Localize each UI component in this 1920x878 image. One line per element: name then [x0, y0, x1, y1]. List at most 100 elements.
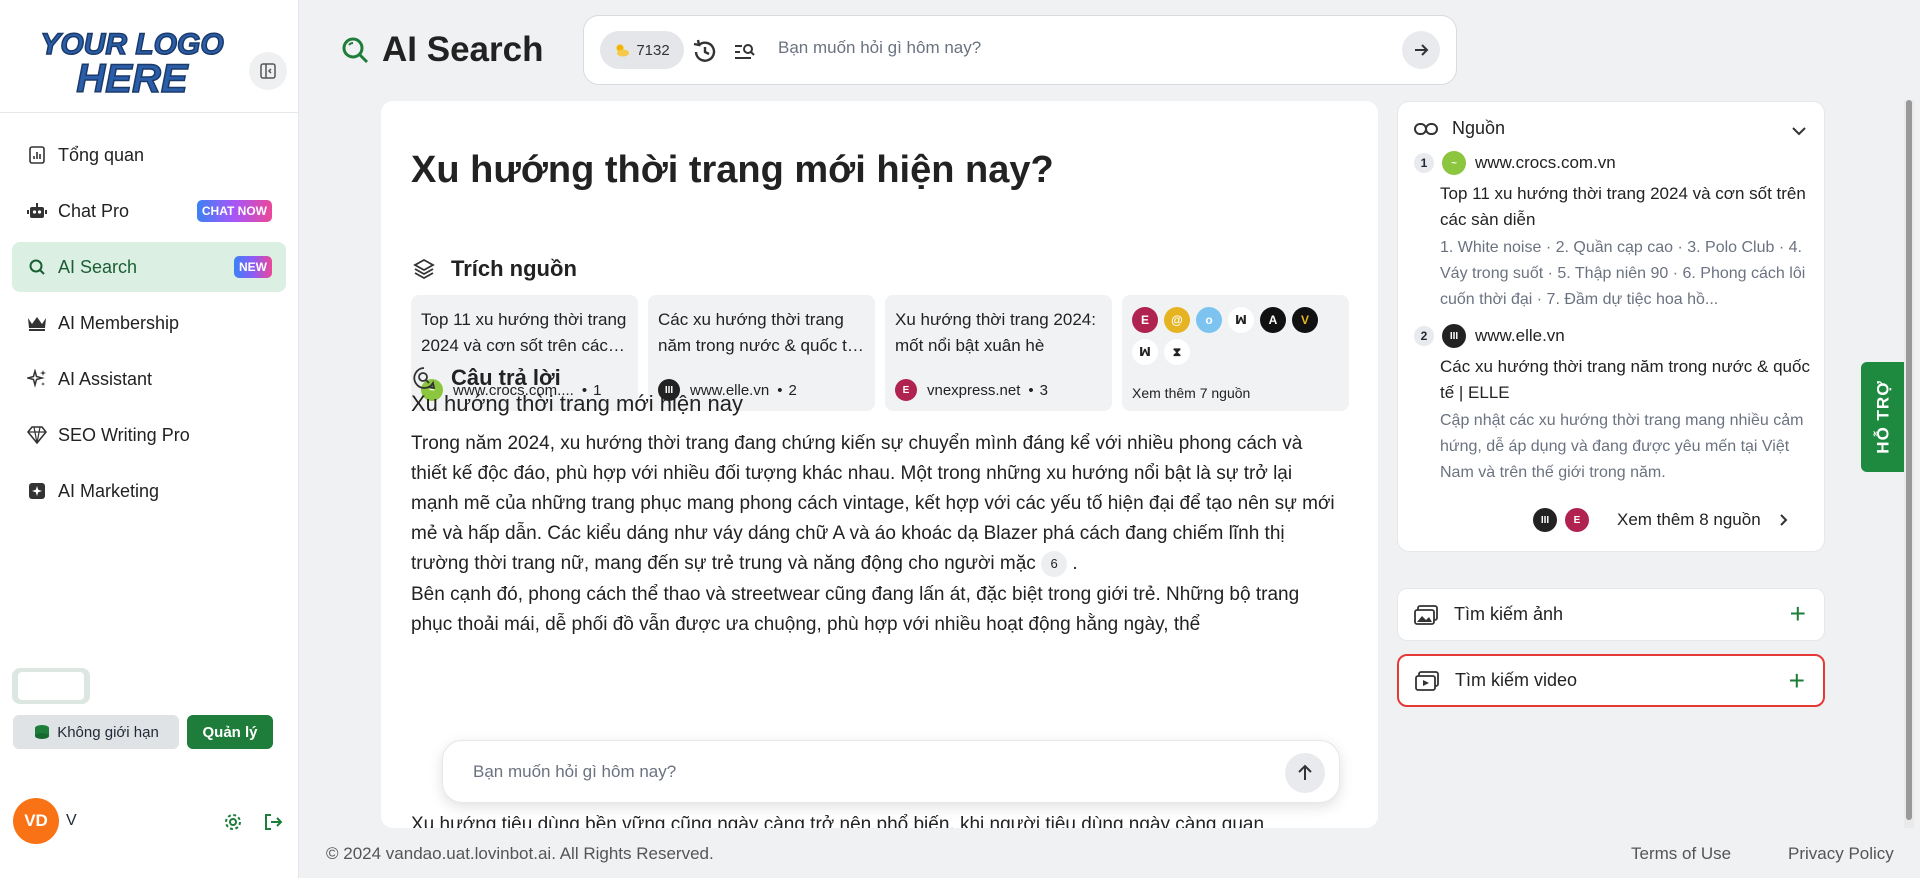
- sidebar-item-tong-quan[interactable]: Tổng quan: [12, 130, 286, 180]
- star-box-icon: [26, 480, 48, 502]
- answer-paragraph: Trong năm 2024, xu hướng thời trang đang…: [411, 429, 1341, 579]
- scrollbar-thumb[interactable]: [1906, 100, 1912, 820]
- sidebar-item-label: AI Membership: [58, 312, 180, 333]
- source-domain: www.elle.vn: [1475, 326, 1565, 345]
- answer-paragraph: Xu hướng tiêu dùng bền vững cũng ngày cà…: [411, 814, 1265, 828]
- sparkle-icon: [26, 368, 48, 390]
- sidebar-item-ai-search[interactable]: AI Search NEW: [12, 242, 286, 292]
- sources-panel-header[interactable]: Nguồn: [1414, 118, 1505, 139]
- chevron-right-icon: [1779, 514, 1788, 526]
- search-list-icon[interactable]: [729, 37, 759, 67]
- layers-icon: [411, 256, 437, 282]
- video-search-box[interactable]: Tìm kiếm video +: [1397, 654, 1825, 707]
- source-card[interactable]: Xu hướng thời trang 2024: mốt nổi bật xu…: [885, 295, 1112, 411]
- source-card-title: Các xu hướng thời trang năm trong nước &…: [658, 310, 857, 355]
- arrow-up-icon: [1298, 764, 1312, 780]
- source-desc: Cập nhật các xu hướng thời trang mang nh…: [1440, 412, 1804, 481]
- sidebar-item-label: AI Marketing: [58, 480, 160, 501]
- plus-icon[interactable]: +: [1790, 600, 1806, 628]
- sidebar-collapse-button[interactable]: [249, 52, 287, 90]
- letter-a-icon: A: [1260, 307, 1286, 333]
- answer-paragraph: Bên cạnh đó, phong cách thể thao và stre…: [411, 584, 1300, 635]
- search-icon: [26, 256, 48, 278]
- signature-icon: ꟽ: [1132, 339, 1158, 365]
- link-icon: [1414, 122, 1440, 136]
- image-search-label: Tìm kiếm ảnh: [1454, 604, 1564, 624]
- source-title: Top 11 xu hướng thời trang 2024 và cơn s…: [1440, 184, 1806, 229]
- vnexpress-icon: E: [1565, 508, 1589, 532]
- scrollbar[interactable]: [1904, 100, 1914, 828]
- source-num: 1: [1414, 153, 1434, 173]
- page-title-text: AI Search: [382, 30, 544, 69]
- search-input[interactable]: Bạn muốn hỏi gì hôm nay?: [778, 38, 981, 58]
- new-badge: NEW: [234, 256, 272, 278]
- support-tab[interactable]: HỖ TRỢ: [1861, 362, 1907, 472]
- chevron-down-icon[interactable]: [1788, 120, 1810, 142]
- diamond-icon: [26, 424, 48, 446]
- source-num: 2: [1414, 326, 1434, 346]
- image-search-box[interactable]: Tìm kiếm ảnh +: [1397, 588, 1825, 641]
- user-name: V: [66, 812, 77, 829]
- answer-subtitle: Xu hướng thời trang mới hiện nay: [411, 391, 743, 416]
- chart-icon: [26, 144, 48, 166]
- elle-icon: III: [1533, 508, 1557, 532]
- terms-link[interactable]: Terms of Use: [1631, 844, 1731, 864]
- coins-icon: [33, 724, 51, 740]
- page-title: AI Search: [340, 30, 543, 70]
- answer-heading: Câu trả lời: [411, 365, 561, 391]
- bubbles-icon: o: [1196, 307, 1222, 333]
- sidebar: YOUR LOGO HERE Tổng quan Chat Pro CHAT N…: [0, 0, 299, 878]
- gear-icon[interactable]: [222, 811, 244, 833]
- followup-input[interactable]: Bạn muốn hỏi gì hôm nay?: [473, 762, 676, 782]
- citation-badge[interactable]: 6: [1041, 550, 1068, 577]
- signature-icon: ꟽ: [1228, 307, 1254, 333]
- followup-input-box[interactable]: Bạn muốn hỏi gì hôm nay?: [442, 740, 1340, 803]
- source-card-domain: vnexpress.net: [927, 381, 1021, 399]
- source-title: Các xu hướng thời trang năm trong nước &…: [1440, 357, 1810, 402]
- more-sources-card[interactable]: E @ o ꟽ A V ꟽ ⧗ Xem thêm 7 nguồn: [1122, 295, 1349, 411]
- sidebar-item-label: AI Assistant: [58, 368, 153, 389]
- more-sources-label: Xem thêm 8 nguồn: [1617, 510, 1761, 529]
- more-sources-link[interactable]: III E Xem thêm 8 nguồn: [1533, 508, 1791, 532]
- source-card-title: Top 11 xu hướng thời trang 2024 và cơn s…: [421, 310, 627, 355]
- source-desc: 1. White noise · 2. Quần cạp cao · 3. Po…: [1440, 239, 1806, 308]
- source-list-item[interactable]: 2 III www.elle.vn Các xu hướng thời tran…: [1414, 322, 1814, 482]
- sources-heading: Trích nguồn: [411, 256, 577, 282]
- sidebar-item-label: Chat Pro: [58, 200, 130, 221]
- privacy-link[interactable]: Privacy Policy: [1788, 844, 1894, 864]
- source-list-item[interactable]: 1 ~ www.crocs.com.vn Top 11 xu hướng thờ…: [1414, 149, 1814, 309]
- sidebar-item-ai-membership[interactable]: AI Membership: [12, 298, 286, 348]
- sidebar-nav: Tổng quan Chat Pro CHAT NOW AI Search NE…: [0, 113, 298, 516]
- hourglass-icon: ⧗: [1164, 339, 1190, 365]
- cloud-sun-icon: [614, 43, 630, 57]
- question-title: Xu hướng thời trang mới hiện nay?: [411, 149, 1054, 191]
- source-card-title: Xu hướng thời trang 2024: mốt nổi bật xu…: [895, 310, 1096, 355]
- send-button[interactable]: [1285, 753, 1325, 793]
- plan-label: Không giới hạn: [57, 723, 159, 741]
- brand-logo[interactable]: YOUR LOGO HERE: [40, 20, 225, 102]
- sidebar-item-label: AI Search: [58, 256, 138, 277]
- vnexpress-icon: E: [1132, 307, 1158, 333]
- search-icon: [342, 37, 369, 64]
- token-count: 7132: [636, 41, 670, 59]
- avatar[interactable]: VD: [13, 798, 59, 844]
- images-icon: [1414, 604, 1440, 625]
- source-icons: E @ o ꟽ A V ꟽ ⧗: [1132, 307, 1342, 365]
- sidebar-item-seo-writing-pro[interactable]: SEO Writing Pro: [12, 410, 286, 460]
- mini-widget: [12, 668, 90, 704]
- sidebar-item-ai-assistant[interactable]: AI Assistant: [12, 354, 286, 404]
- history-icon[interactable]: [690, 37, 720, 67]
- logout-icon[interactable]: [262, 811, 284, 833]
- search-submit-button[interactable]: [1402, 31, 1440, 69]
- sidebar-item-ai-marketing[interactable]: AI Marketing: [12, 466, 286, 516]
- plus-icon[interactable]: +: [1789, 667, 1805, 695]
- manage-button[interactable]: Quản lý: [187, 715, 273, 749]
- unlimited-plan-button[interactable]: Không giới hạn: [13, 715, 179, 749]
- svg-text:HERE: HERE: [76, 57, 188, 101]
- source-card-num: 2: [788, 381, 797, 399]
- sidebar-item-chat-pro[interactable]: Chat Pro CHAT NOW: [12, 186, 286, 236]
- v-badge-icon: V: [1292, 307, 1318, 333]
- token-counter[interactable]: 7132: [600, 31, 684, 69]
- elle-icon: III: [1442, 324, 1466, 348]
- sources-panel: Nguồn 1 ~ www.crocs.com.vn Top 11 xu hướ…: [1397, 101, 1825, 552]
